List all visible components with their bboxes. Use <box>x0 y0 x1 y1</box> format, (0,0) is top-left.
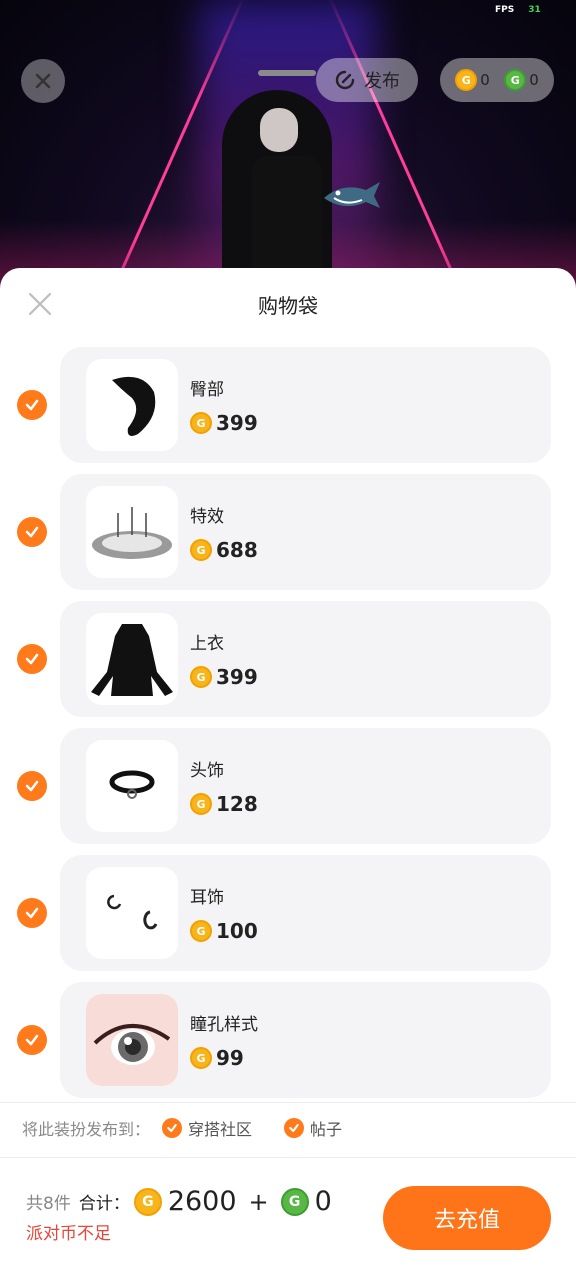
option-label: 穿搭社区 <box>188 1120 253 1139</box>
item-checkbox[interactable] <box>17 771 47 801</box>
item-price: G 399 <box>190 665 258 689</box>
item-price: G 688 <box>190 538 258 562</box>
item-price: G 399 <box>190 411 258 435</box>
item-card[interactable]: 头饰 G 128 <box>60 728 551 844</box>
publish-to-row: 将此装扮发布到： 穿搭社区 帖子 <box>22 1116 342 1140</box>
item-checkbox[interactable] <box>17 1025 47 1055</box>
party-coin-icon: G <box>190 539 212 561</box>
item-price-value: 399 <box>216 411 258 435</box>
party-coin-icon: G <box>190 920 212 942</box>
item-checkbox[interactable] <box>17 517 47 547</box>
list-item: 特效 G 688 <box>0 474 576 601</box>
avatar-face <box>260 108 298 152</box>
eye-icon <box>86 994 178 1086</box>
checkmark-icon <box>284 1118 305 1138</box>
checkmark-icon <box>25 1034 39 1046</box>
option-label: 帖子 <box>310 1120 343 1139</box>
fps-counter: FPS 31 <box>495 5 541 15</box>
item-card[interactable]: 耳饰 G 100 <box>60 855 551 971</box>
item-name: 瞳孔样式 <box>190 1015 258 1035</box>
scene-close-button[interactable] <box>21 59 65 103</box>
fps-value: 31 <box>528 5 541 15</box>
list-item: 头饰 G 128 <box>0 728 576 855</box>
item-price: G 128 <box>190 792 258 816</box>
item-price-value: 128 <box>216 792 258 816</box>
party-coin-icon: G <box>190 666 212 688</box>
wallet-balance[interactable]: G 0 G 0 <box>440 58 554 102</box>
divider <box>0 1157 576 1158</box>
publish-icon <box>335 70 355 90</box>
orange-coin-balance: G 0 <box>455 69 490 91</box>
item-checkbox[interactable] <box>17 898 47 928</box>
publish-option-post[interactable]: 帖子 <box>284 1116 342 1140</box>
green-coin-icon: G <box>280 1187 309 1216</box>
avatar-scene <box>0 0 576 290</box>
close-icon <box>35 73 51 89</box>
insufficient-warning: 派对币不足 <box>26 1224 111 1244</box>
total-line: 共8件 合计： G 2600 + G 0 <box>26 1186 332 1217</box>
checkmark-icon <box>25 653 39 665</box>
green-total: 0 <box>314 1186 332 1217</box>
item-name: 耳饰 <box>190 888 224 908</box>
publish-button[interactable]: 发布 <box>316 58 418 102</box>
checkmark-icon <box>162 1118 183 1138</box>
publish-to-label: 将此装扮发布到： <box>22 1120 151 1139</box>
list-item: 上衣 G 399 <box>0 601 576 728</box>
green-coin-balance: G 0 <box>504 69 539 91</box>
item-name: 上衣 <box>190 634 224 654</box>
item-price: G 100 <box>190 919 258 943</box>
avatar-halo <box>258 70 316 76</box>
item-count: 共8件 <box>26 1194 71 1214</box>
divider <box>0 1102 576 1103</box>
party-coin-icon: G <box>455 69 478 91</box>
item-price-value: 100 <box>216 919 258 943</box>
item-card[interactable]: 上衣 G 399 <box>60 601 551 717</box>
earring-icon <box>86 867 178 959</box>
green-coin-icon: G <box>504 69 527 91</box>
item-price-value: 399 <box>216 665 258 689</box>
party-coin-icon: G <box>133 1187 162 1216</box>
item-price-value: 99 <box>216 1046 244 1070</box>
item-card[interactable]: 臀部 G 399 <box>60 347 551 463</box>
list-item: 耳饰 G 100 <box>0 855 576 982</box>
item-name: 特效 <box>190 507 224 527</box>
orange-total: 2600 <box>167 1186 237 1217</box>
item-price: G 99 <box>190 1046 244 1070</box>
item-price-value: 688 <box>216 538 258 562</box>
item-checkbox[interactable] <box>17 390 47 420</box>
publish-label: 发布 <box>364 71 400 92</box>
tail-icon <box>86 359 178 451</box>
checkmark-icon <box>25 526 39 538</box>
green-coin-value: 0 <box>529 71 539 89</box>
item-name: 头饰 <box>190 761 224 781</box>
party-coin-icon: G <box>190 412 212 434</box>
fps-label: FPS <box>495 5 515 15</box>
total-summary: 共8件 合计： G 2600 + G 0 派对币不足 <box>26 1186 332 1244</box>
checkmark-icon <box>25 907 39 919</box>
dress-icon <box>86 613 178 705</box>
party-coin-icon: G <box>190 1047 212 1069</box>
item-checkbox[interactable] <box>17 644 47 674</box>
party-coin-icon: G <box>190 793 212 815</box>
item-name: 臀部 <box>190 380 224 400</box>
item-list: 臀部 G 399 特效 G 688 上衣 G 399 头饰 G 128 耳饰 G… <box>0 347 576 1109</box>
checkmark-icon <box>25 399 39 411</box>
total-label: 合计： <box>78 1194 130 1214</box>
sheet-title: 购物袋 <box>258 294 318 318</box>
checkmark-icon <box>25 780 39 792</box>
collar-icon <box>86 740 178 832</box>
recharge-button[interactable]: 去充值 <box>383 1186 551 1250</box>
item-card[interactable]: 瞳孔样式 G 99 <box>60 982 551 1098</box>
plus-sign: + <box>248 1187 269 1216</box>
effect-ring-icon <box>86 486 178 578</box>
list-item: 瞳孔样式 G 99 <box>0 982 576 1109</box>
orange-coin-value: 0 <box>480 71 490 89</box>
shark-pet-icon <box>324 182 380 208</box>
list-item: 臀部 G 399 <box>0 347 576 474</box>
publish-option-community[interactable]: 穿搭社区 <box>162 1116 252 1140</box>
item-card[interactable]: 特效 G 688 <box>60 474 551 590</box>
